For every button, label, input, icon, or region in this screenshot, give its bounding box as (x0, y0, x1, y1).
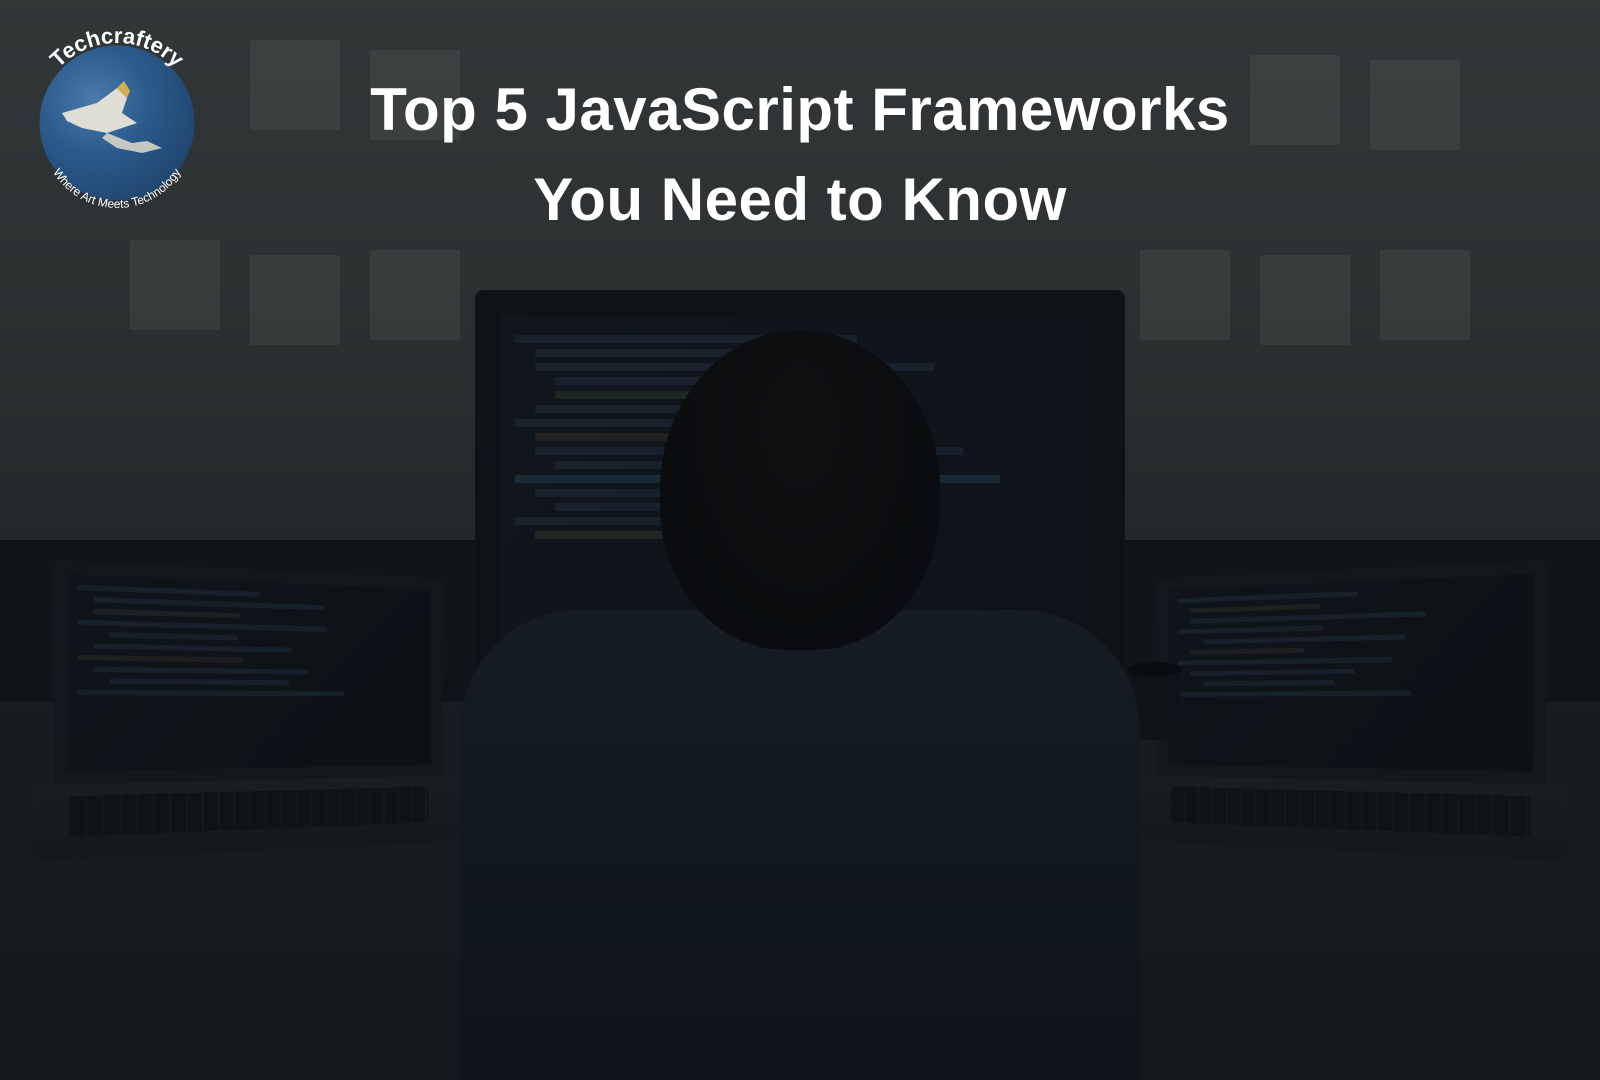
title-line-1: Top 5 JavaScript Frameworks (370, 76, 1229, 143)
laptop-screen (1159, 560, 1547, 785)
svg-text:Techcraftery: Techcraftery (45, 23, 190, 72)
headline-container: Top 5 JavaScript Frameworks You Need to … (275, 65, 1325, 245)
page-title: Top 5 JavaScript Frameworks You Need to … (275, 65, 1325, 245)
sticky-note (370, 250, 460, 340)
sticky-note (1370, 60, 1460, 150)
right-laptop (1159, 560, 1547, 859)
svg-text:Where Art Meets Technology: Where Art Meets Technology (50, 166, 183, 211)
sticky-note (1260, 255, 1350, 345)
title-line-2: You Need to Know (533, 166, 1067, 233)
person-head (660, 330, 940, 650)
person-silhouette (450, 330, 1150, 1080)
brand-logo: Techcraftery Where Art Meets Technology (12, 18, 222, 228)
sticky-note (1380, 250, 1470, 340)
sticky-note (250, 255, 340, 345)
person-body (460, 610, 1140, 1080)
sticky-note (1140, 250, 1230, 340)
logo-text: Techcraftery Where Art Meets Technology (12, 18, 222, 228)
left-laptop (53, 560, 441, 859)
sticky-note (130, 240, 220, 330)
laptop-screen (53, 560, 441, 785)
